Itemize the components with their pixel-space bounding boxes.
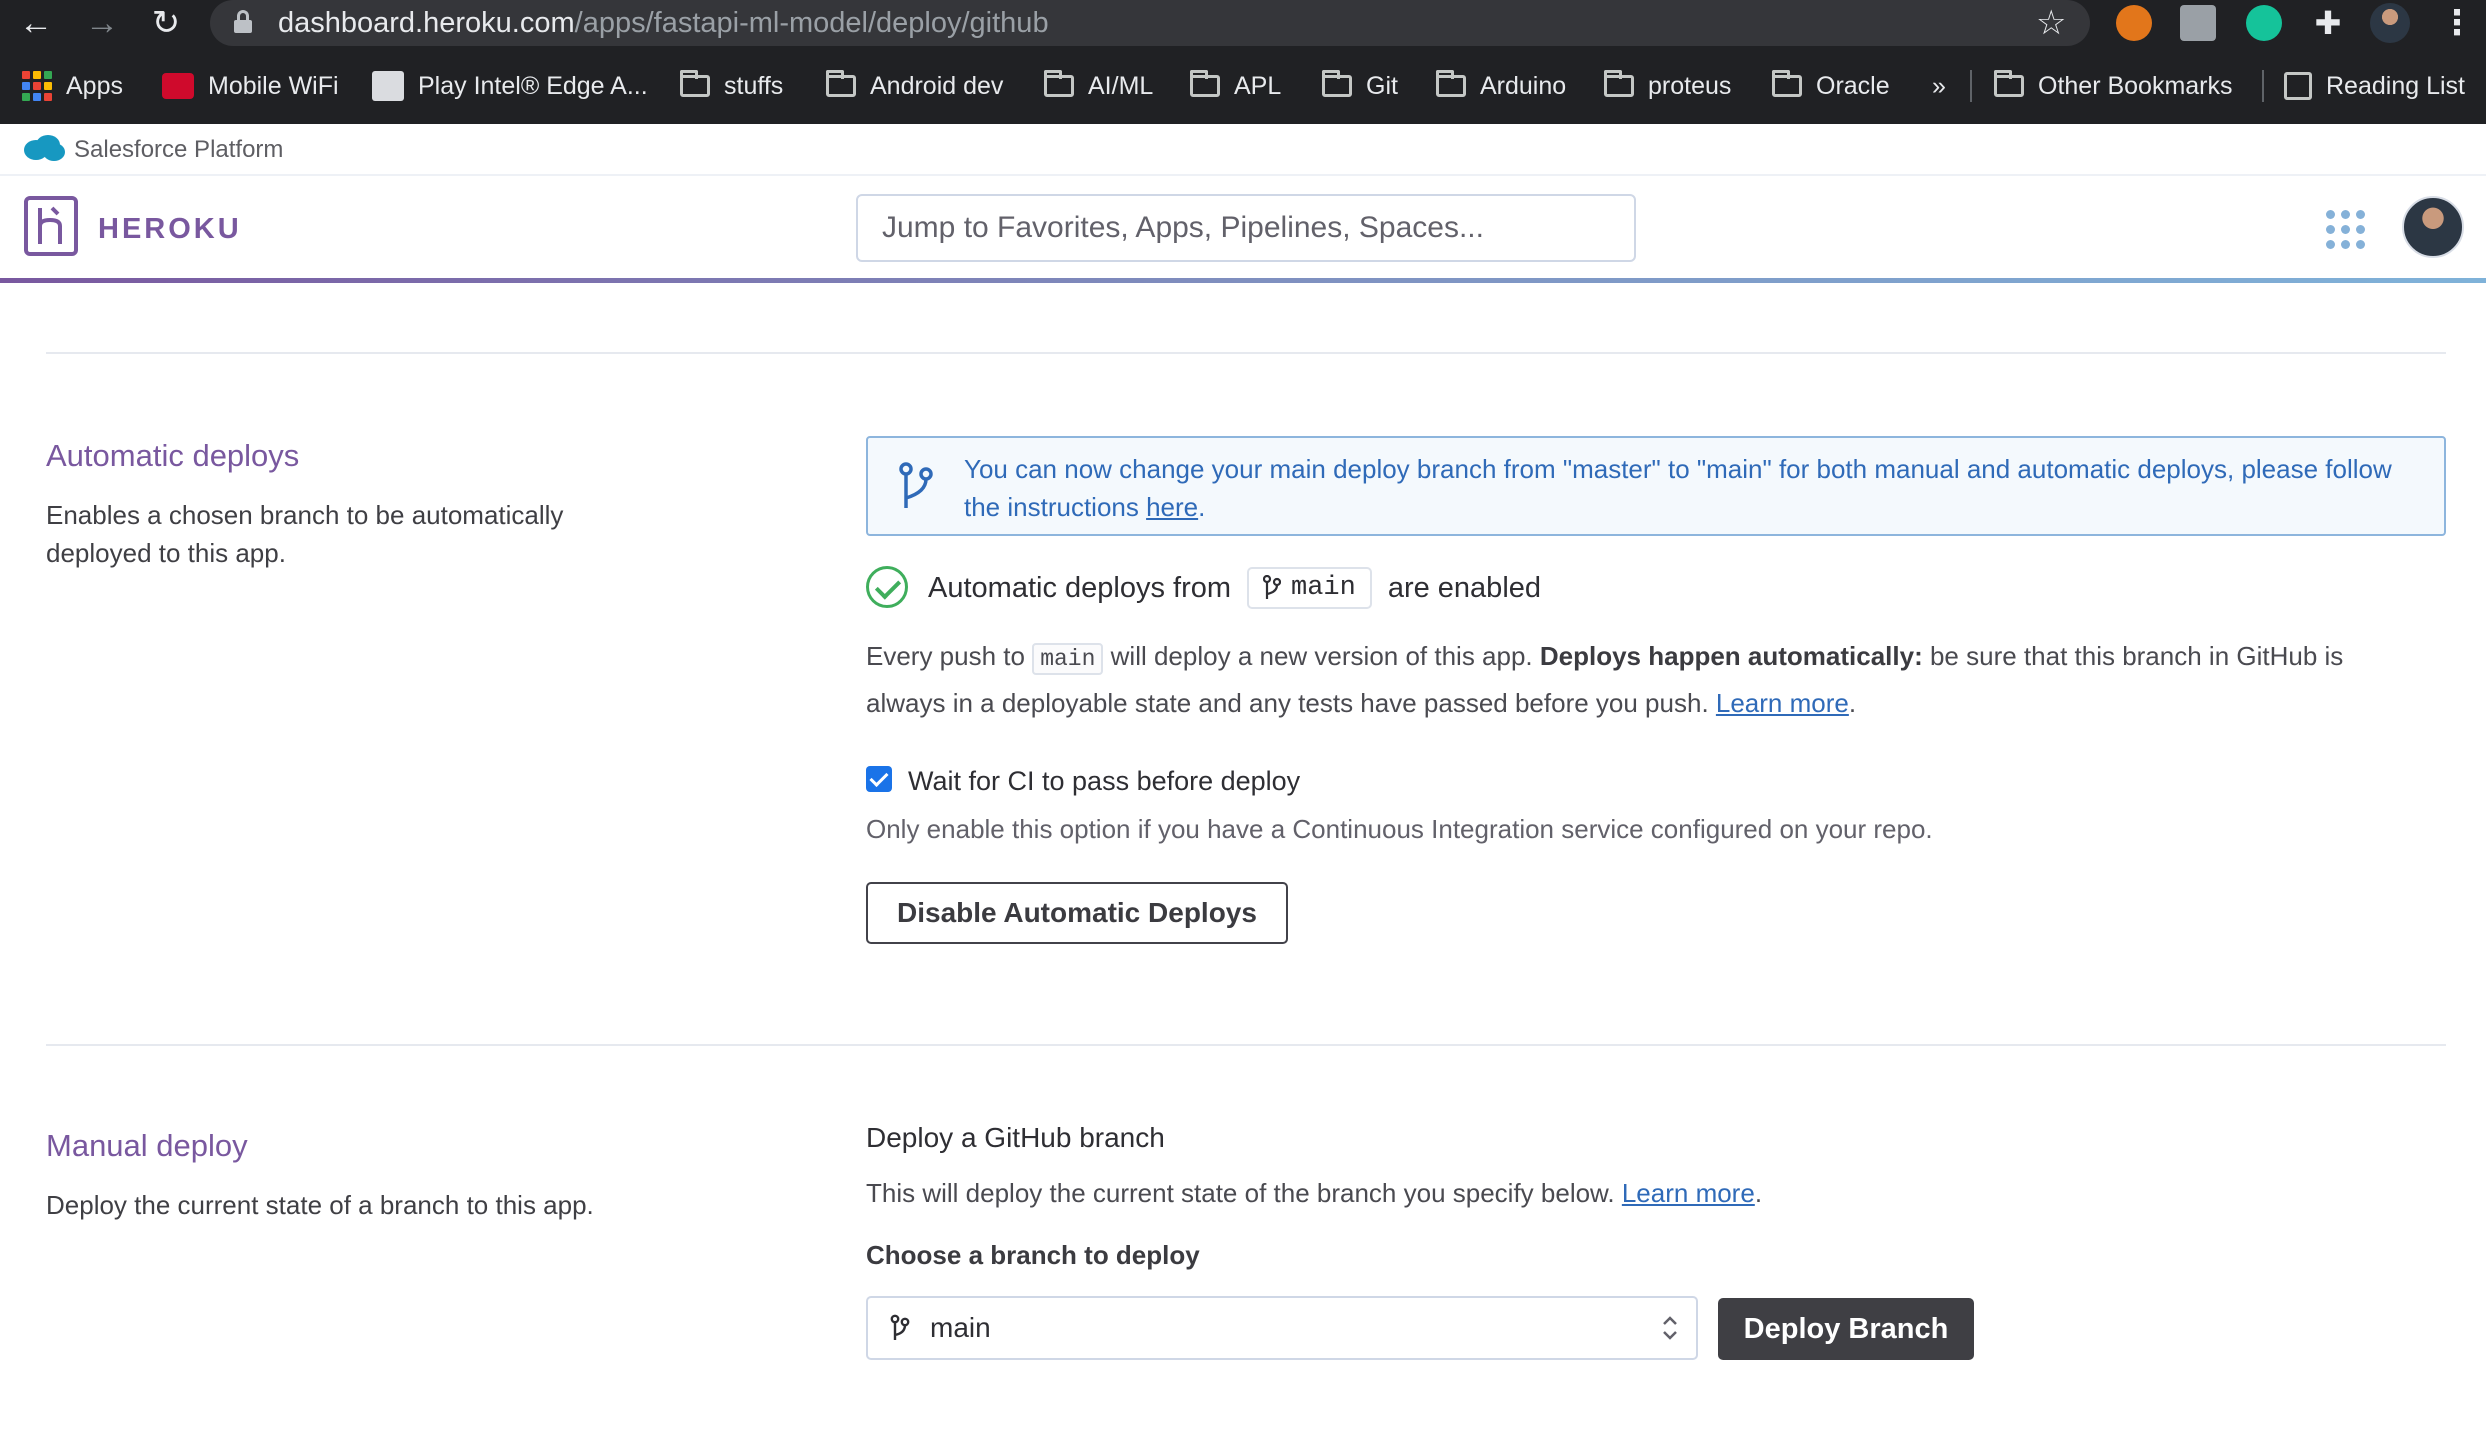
section-divider	[46, 352, 2446, 354]
bookmark-apps[interactable]: Apps	[22, 64, 123, 108]
bookmark-folder-arduino[interactable]: Arduino	[1436, 64, 1566, 108]
heroku-logo-icon[interactable]	[24, 196, 78, 256]
bookmarks-separator	[1970, 70, 1972, 102]
browser-menu-icon[interactable]: ⋮	[2440, 2, 2474, 44]
reload-icon[interactable]: ↻	[146, 4, 186, 42]
bookmark-folder-proteus[interactable]: proteus	[1604, 64, 1731, 108]
salesforce-cloud-icon	[24, 135, 65, 161]
browser-toolbar: ← → ↻ dashboard.heroku.com/apps/fastapi-…	[0, 0, 2486, 46]
wait-for-ci-help: Only enable this option if you have a Co…	[866, 814, 1933, 844]
folder-icon	[826, 70, 856, 97]
jump-search-input[interactable]	[856, 194, 1636, 262]
heroku-header: HEROKU	[0, 178, 2486, 280]
enabled-check-icon	[866, 566, 908, 608]
bookmark-play-intel[interactable]: Play Intel® Edge A...	[372, 64, 648, 108]
manual-learn-more-link[interactable]: Learn more	[1622, 1178, 1755, 1208]
disable-automatic-deploys-button[interactable]: Disable Automatic Deploys	[866, 882, 1288, 944]
heroku-brand[interactable]: HEROKU	[98, 178, 242, 280]
folder-icon	[1190, 70, 1220, 97]
deploy-github-branch-title: Deploy a GitHub branch	[866, 1122, 1165, 1153]
metamask-extension-icon[interactable]	[2116, 5, 2152, 41]
bookmarks-bar: Apps Mobile WiFi Play Intel® Edge A... s…	[0, 64, 2486, 108]
grammarly-extension-icon[interactable]	[2246, 5, 2282, 41]
bookmark-other-bookmarks[interactable]: Other Bookmarks	[1994, 64, 2233, 108]
back-arrow-icon[interactable]: ←	[16, 4, 56, 42]
reading-list-button[interactable]: Reading List	[2284, 64, 2465, 108]
select-updown-icon	[1663, 1316, 1677, 1340]
choose-branch-label: Choose a branch to deploy	[866, 1240, 1200, 1270]
git-branch-icon	[899, 462, 933, 508]
bookmark-folder-android-dev[interactable]: Android dev	[826, 64, 1003, 108]
selected-branch-value: main	[930, 1312, 991, 1343]
deploy-branch-button[interactable]: Deploy Branch	[1718, 1298, 1974, 1360]
bookmark-folder-ai-ml[interactable]: AI/ML	[1044, 64, 1153, 108]
bookmark-folder-oracle[interactable]: Oracle	[1772, 64, 1890, 108]
manual-deploy-description: Deploy the current state of a branch to …	[46, 1190, 594, 1220]
folder-icon	[1604, 70, 1634, 97]
reading-list-icon	[2284, 72, 2312, 100]
bookmark-folder-apl[interactable]: APL	[1190, 64, 1281, 108]
forward-arrow-icon[interactable]: →	[82, 4, 122, 42]
instructions-link[interactable]: here	[1146, 492, 1198, 522]
folder-icon	[1772, 70, 1802, 97]
git-branch-icon	[890, 1314, 910, 1340]
bookmark-star-icon[interactable]: ☆	[2036, 2, 2066, 44]
user-avatar[interactable]	[2402, 196, 2464, 258]
bookmarks-overflow-button[interactable]: »	[1932, 64, 1946, 108]
profile-avatar-icon[interactable]	[2370, 3, 2410, 43]
lock-icon	[234, 10, 252, 34]
folder-icon	[1436, 70, 1466, 97]
folder-icon	[680, 70, 710, 97]
auto-deploy-status: Automatic deploys from main are enabled	[928, 566, 1541, 610]
section-divider	[46, 1044, 2446, 1046]
browser-chrome: ← → ↻ dashboard.heroku.com/apps/fastapi-…	[0, 0, 2486, 124]
folder-icon	[1994, 70, 2024, 97]
folder-icon	[1044, 70, 1074, 97]
header-gradient-line	[0, 278, 2486, 283]
salesforce-bar: Salesforce Platform	[0, 124, 2486, 176]
automatic-deploys-title: Automatic deploys	[46, 438, 300, 473]
salesforce-platform-label: Salesforce Platform	[74, 136, 284, 163]
deploy-github-branch-description: This will deploy the current state of th…	[866, 1178, 1763, 1208]
huawei-icon	[162, 73, 194, 99]
extensions-puzzle-icon[interactable]: ✚	[2310, 5, 2346, 41]
app-launcher-icon[interactable]	[2326, 210, 2366, 250]
branch-notice-text: You can now change your main deploy bran…	[964, 454, 2392, 522]
cube-extension-icon[interactable]	[2180, 5, 2216, 41]
automatic-deploys-description: Enables a chosen branch to be automatica…	[46, 500, 564, 568]
branch-notice: You can now change your main deploy bran…	[866, 436, 2446, 536]
auto-deploy-explanation: Every push to main will deploy a new ver…	[866, 641, 2344, 718]
address-bar[interactable]: dashboard.heroku.com/apps/fastapi-ml-mod…	[210, 0, 2090, 46]
cloud-page-icon	[372, 71, 404, 101]
branch-code: main	[1032, 643, 1104, 675]
wait-for-ci-checkbox[interactable]	[866, 766, 892, 792]
url-text[interactable]: dashboard.heroku.com/apps/fastapi-ml-mod…	[278, 0, 1049, 46]
git-branch-icon	[1263, 575, 1282, 599]
wait-for-ci-label[interactable]: Wait for CI to pass before deploy	[908, 766, 1300, 797]
folder-icon	[1322, 70, 1352, 97]
branch-select[interactable]: main	[866, 1296, 1698, 1360]
branch-chip: main	[1247, 567, 1372, 609]
bookmark-folder-git[interactable]: Git	[1322, 64, 1398, 108]
manual-deploy-title: Manual deploy	[46, 1128, 248, 1163]
reading-list-separator	[2262, 70, 2264, 102]
apps-grid-icon	[22, 71, 52, 101]
bookmark-folder-stuffs[interactable]: stuffs	[680, 64, 783, 108]
bookmark-mobile-wifi[interactable]: Mobile WiFi	[162, 64, 339, 108]
learn-more-link[interactable]: Learn more	[1716, 688, 1849, 718]
